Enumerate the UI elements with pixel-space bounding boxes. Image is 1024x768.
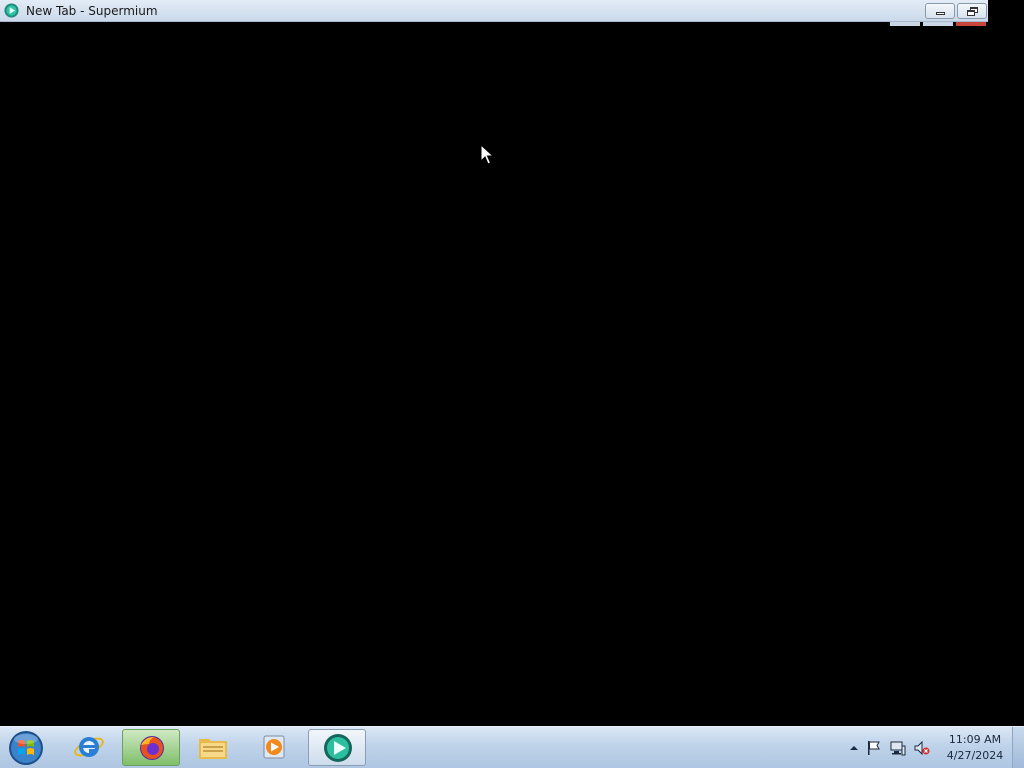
show-desktop-button[interactable] (1012, 727, 1024, 768)
clock-time: 11:09 AM (948, 733, 1002, 746)
folder-icon (199, 739, 227, 759)
minimize-icon (936, 12, 945, 15)
mouse-cursor-icon (480, 144, 494, 165)
supermium-icon (324, 734, 352, 762)
minimize-button[interactable] (925, 3, 955, 19)
restore-icon-back (967, 10, 975, 16)
clock-date: 4/27/2024 (946, 749, 1004, 762)
supermium-icon (4, 3, 19, 18)
browser-content-area[interactable] (0, 22, 1024, 726)
desktop-screen: New Tab - Supermium 11:09 AM 4/27/2024 (0, 0, 1024, 768)
firefox-icon (140, 736, 164, 760)
notification-area (842, 727, 942, 768)
system-clock[interactable]: 11:09 AM 4/27/2024 (944, 732, 1006, 764)
taskbar-windows-explorer-button[interactable] (184, 729, 242, 766)
internet-explorer-icon (74, 737, 104, 757)
volume-muted-icon[interactable] (914, 740, 930, 756)
taskbar-firefox-button[interactable] (122, 729, 180, 766)
taskbar-supermium-button[interactable] (308, 729, 366, 766)
restore-button[interactable] (957, 3, 987, 19)
media-player-icon (263, 735, 285, 759)
network-icon[interactable] (890, 740, 906, 756)
window-title-bar[interactable]: New Tab - Supermium (0, 0, 988, 22)
window-title: New Tab - Supermium (26, 4, 158, 18)
action-center-flag-icon[interactable] (866, 740, 882, 756)
taskbar: 11:09 AM 4/27/2024 (0, 726, 1024, 768)
show-hidden-icons-arrow-icon[interactable] (846, 740, 862, 756)
taskbar-media-player-button[interactable] (245, 729, 303, 766)
taskbar-internet-explorer-button[interactable] (60, 729, 118, 766)
windows-start-orb-icon[interactable] (6, 730, 46, 766)
